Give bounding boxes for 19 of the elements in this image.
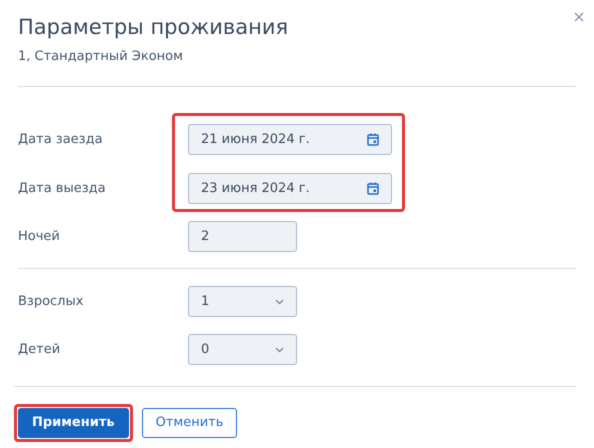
close-icon[interactable]: [574, 12, 584, 22]
field-label: Ночей: [18, 228, 60, 246]
field-label: Детей: [18, 340, 60, 359]
dialog-title: Параметры проживания: [18, 14, 288, 41]
field-label: Дата выезда: [18, 180, 106, 198]
field-label: Дата заезда: [18, 130, 103, 149]
calendar-icon[interactable]: [367, 133, 379, 146]
calendar-icon[interactable]: [367, 182, 379, 195]
select-field[interactable]: 0: [188, 334, 297, 365]
date-field[interactable]: 23 июня 2024 г.: [188, 173, 392, 204]
field-label: Взрослых: [18, 292, 84, 311]
cancel-button[interactable]: Отменить: [142, 408, 238, 438]
chevron-down-icon: [275, 346, 284, 352]
dialog-subtitle: 1, Стандартный Эконом: [18, 48, 183, 66]
date-field[interactable]: 21 июня 2024 г.: [188, 124, 392, 155]
chevron-down-icon: [275, 298, 284, 304]
number-field[interactable]: 2: [188, 221, 297, 252]
select-field[interactable]: 1: [188, 286, 297, 317]
apply-button[interactable]: Применить: [18, 408, 129, 438]
